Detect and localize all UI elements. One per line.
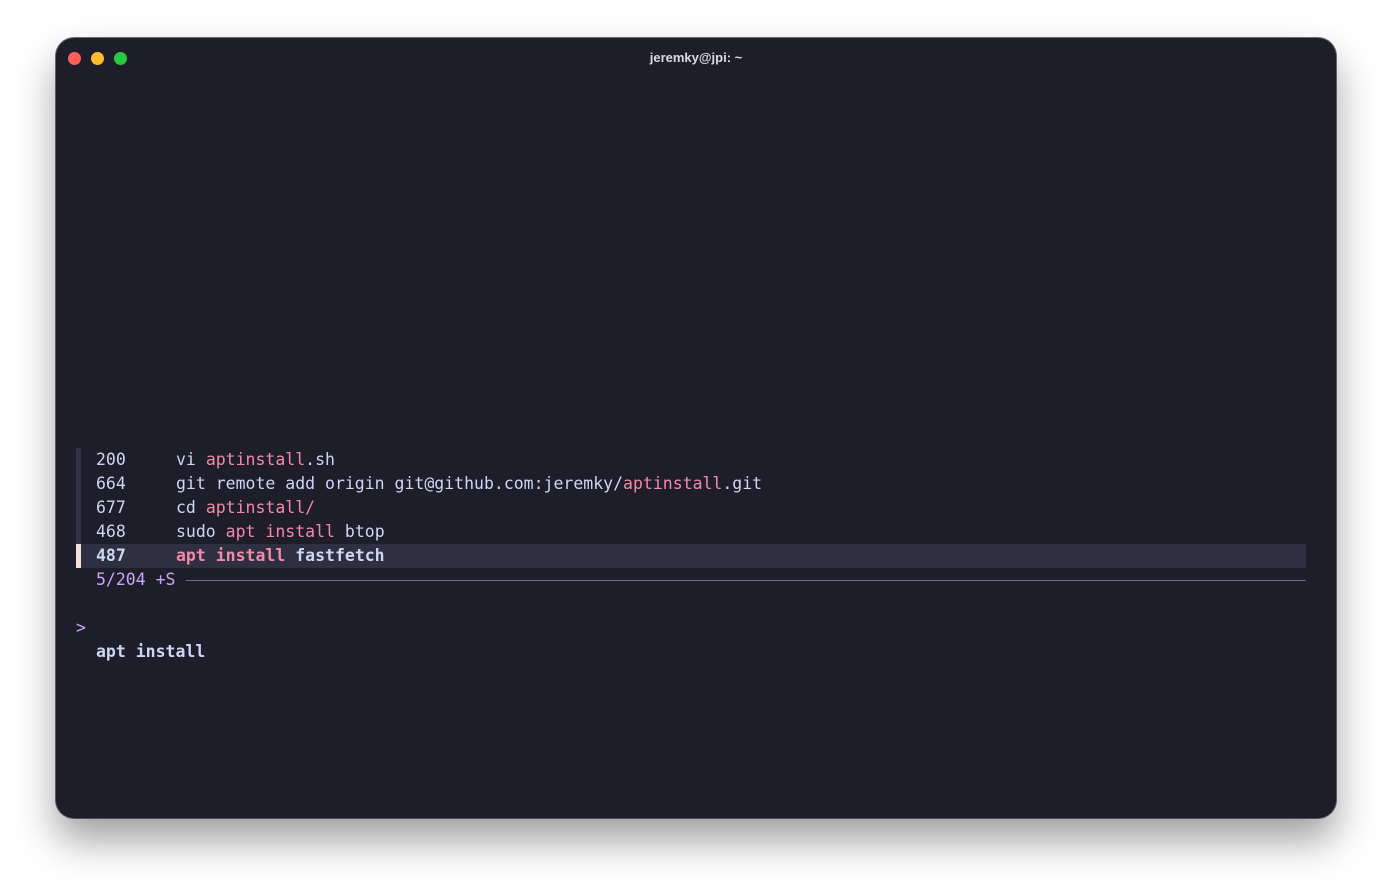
history-command: apt install fastfetch (176, 544, 385, 568)
history-command: git remote add origin git@github.com:jer… (176, 472, 762, 496)
gutter-marker (76, 496, 81, 520)
history-row[interactable]: 200 vi aptinstall.sh (76, 448, 1306, 472)
history-row[interactable]: 664 git remote add origin git@github.com:… (76, 472, 1306, 496)
history-row[interactable]: 468 sudo apt install btop (76, 520, 1306, 544)
history-command: sudo apt install btop (176, 520, 385, 544)
command-text: .git (722, 474, 763, 493)
history-number: 200 (96, 450, 126, 469)
history-number: 677 (96, 498, 126, 517)
gutter-marker (76, 520, 81, 544)
search-prompt[interactable]: > apt install (76, 592, 1306, 661)
history-number: 487 (96, 546, 126, 565)
terminal-window: jeremky@jpi: ~ 200 vi aptinstall.sh 664 git… (56, 38, 1336, 818)
history-number: 664 (96, 474, 126, 493)
command-text: sudo (176, 522, 226, 541)
prompt-symbol: > (76, 618, 86, 637)
match-highlight: apt install (176, 546, 286, 565)
command-text: .sh (305, 450, 335, 469)
match-highlight: aptinstall (623, 474, 723, 493)
command-text: cd (176, 498, 206, 517)
command-text: git remote add origin git@github.com:jer… (176, 474, 624, 493)
gutter-marker (76, 472, 81, 496)
match-highlight: aptinstall/ (205, 498, 316, 517)
match-count: 5/204 +S (96, 570, 176, 589)
match-highlight: apt install (225, 522, 335, 541)
history-row-selected[interactable]: 487 apt install fastfetch (76, 544, 1306, 568)
command-text: vi (176, 450, 206, 469)
history-command: cd aptinstall/ (176, 496, 315, 520)
history-row[interactable]: 677 cd aptinstall/ (76, 496, 1306, 520)
terminal-content[interactable]: 200 vi aptinstall.sh 664 git remote add ori… (76, 38, 1306, 818)
history-command: vi aptinstall.sh (176, 448, 335, 472)
match-info-line: 5/204 +S (76, 568, 1306, 592)
separator-line (186, 580, 1306, 581)
command-text: fastfetch (285, 546, 385, 565)
command-text: btop (334, 522, 385, 541)
search-query-input[interactable]: apt install (96, 640, 205, 664)
selection-marker (76, 544, 81, 568)
history-number: 468 (96, 522, 126, 541)
gutter-marker (76, 448, 81, 472)
match-highlight: aptinstall (205, 450, 306, 469)
